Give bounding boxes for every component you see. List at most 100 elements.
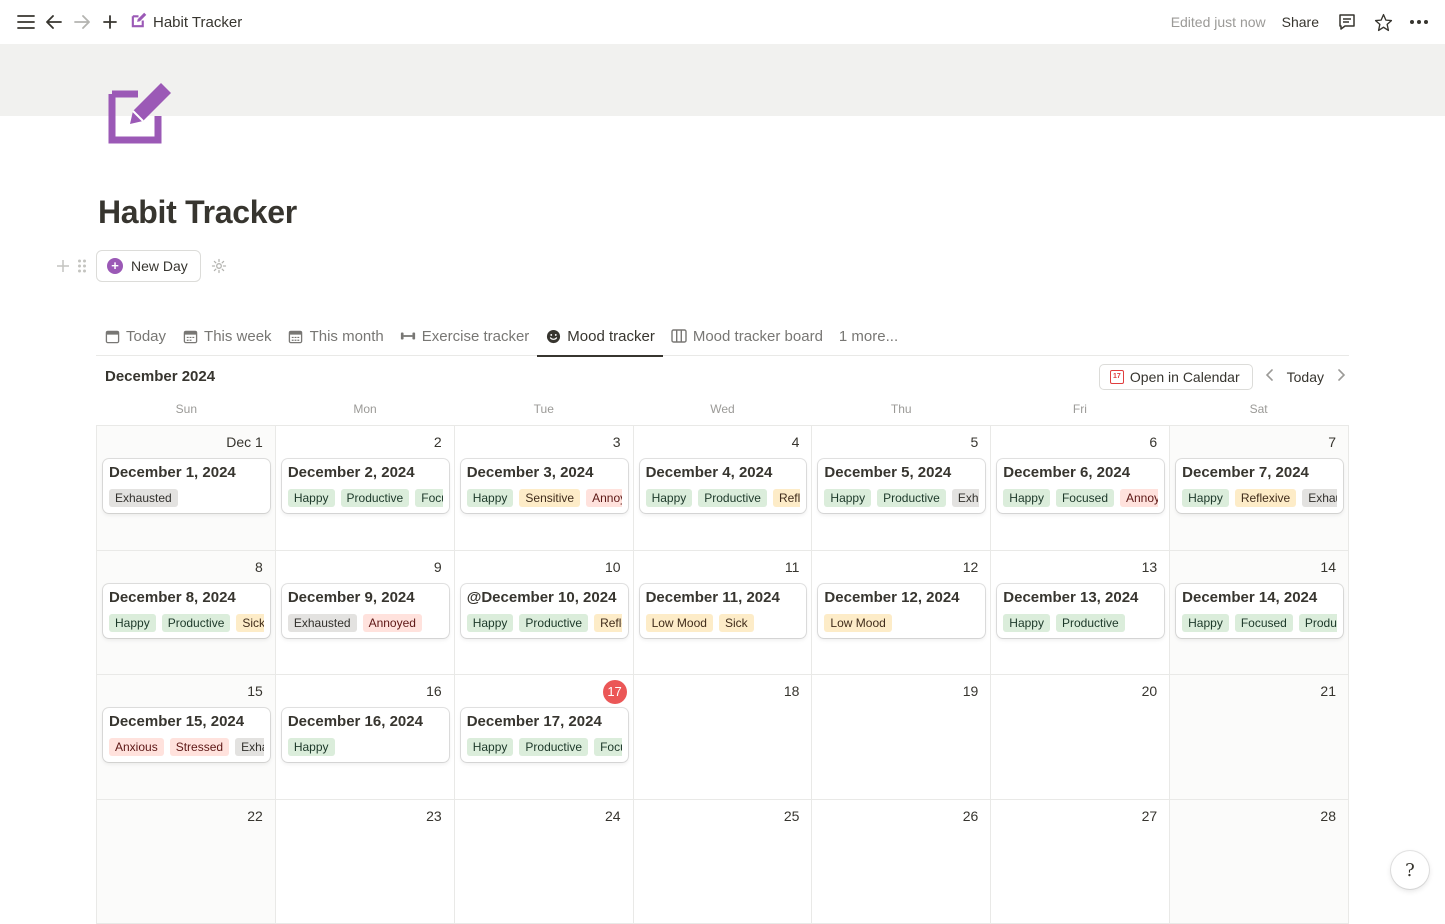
calendar-day-cell[interactable]: 10@December 10, 2024HappyProductiveRefle… — [455, 551, 634, 676]
mood-tag: Productive — [1299, 614, 1337, 632]
calendar-day-cell[interactable]: 15December 15, 2024AnxiousStressedExhaus… — [97, 675, 276, 800]
page-cover[interactable] — [0, 44, 1445, 116]
mood-tags: HappyProductive — [1003, 614, 1158, 632]
calendar-day-cell[interactable]: 3December 3, 2024HappySensitiveAnnoyed — [455, 426, 634, 551]
day-entry-card[interactable]: December 1, 2024Exhausted — [103, 459, 270, 513]
day-number: 4 — [792, 434, 800, 450]
day-entry-card[interactable]: December 14, 2024HappyFocusedProductive — [1176, 584, 1343, 638]
calendar-day-cell[interactable]: 6December 6, 2024HappyFocusedAnnoyed — [991, 426, 1170, 551]
day-entry-card[interactable]: December 8, 2024HappyProductiveSick — [103, 584, 270, 638]
mood-tag: Happy — [1182, 489, 1229, 507]
calendar-day-cell[interactable]: 26 — [812, 800, 991, 924]
tab-mood-tracker[interactable]: Mood tracker — [537, 318, 663, 356]
view-tabs: Today This week This month Exercise trac… — [96, 318, 1349, 356]
tab-label: 1 more... — [839, 328, 898, 345]
tab-today[interactable]: Today — [96, 318, 174, 356]
calendar-day-cell[interactable]: 25 — [634, 800, 813, 924]
calendar-day-cell[interactable]: 27 — [991, 800, 1170, 924]
page-title[interactable]: Habit Tracker — [98, 194, 297, 231]
entry-title: December 15, 2024 — [109, 713, 264, 730]
day-entry-card[interactable]: December 15, 2024AnxiousStressedExhauste… — [103, 708, 270, 762]
calendar-day-cell[interactable]: 13December 13, 2024HappyProductive — [991, 551, 1170, 676]
calendar-day-cell[interactable]: 23 — [276, 800, 455, 924]
calendar-day-cell[interactable]: 7December 7, 2024HappyReflexiveExhausted — [1170, 426, 1349, 551]
day-number: 28 — [1320, 808, 1336, 824]
calendar-icon — [104, 328, 120, 344]
day-entry-card[interactable]: December 17, 2024HappyProductiveFocused — [461, 708, 628, 762]
star-icon[interactable] — [1369, 8, 1397, 36]
day-entry-card[interactable]: December 3, 2024HappySensitiveAnnoyed — [461, 459, 628, 513]
day-entry-card[interactable]: December 5, 2024HappyProductiveExhausted — [818, 459, 985, 513]
calendar-day-cell[interactable]: 16December 16, 2024Happy — [276, 675, 455, 800]
calendar-day-cell[interactable]: 14December 14, 2024HappyFocusedProductiv… — [1170, 551, 1349, 676]
calendar-day-cell[interactable]: 5December 5, 2024HappyProductiveExhauste… — [812, 426, 991, 551]
more-icon[interactable] — [1405, 8, 1433, 36]
calendar-day-cell[interactable]: 17December 17, 2024HappyProductiveFocuse… — [455, 675, 634, 800]
comment-icon[interactable] — [1333, 8, 1361, 36]
menu-icon[interactable] — [12, 8, 40, 36]
calendar-day-cell[interactable]: 19 — [812, 675, 991, 800]
day-number: 22 — [247, 808, 263, 824]
day-entry-card[interactable]: December 9, 2024ExhaustedAnnoyed — [282, 584, 449, 638]
day-number: 6 — [1149, 434, 1157, 450]
day-entry-card[interactable]: December 12, 2024Low Mood — [818, 584, 985, 638]
top-bar: Habit Tracker Edited just now Share — [0, 0, 1445, 44]
mood-tag: Low Mood — [646, 614, 713, 632]
day-entry-card[interactable]: December 13, 2024HappyProductive — [997, 584, 1164, 638]
calendar-day-cell[interactable]: 2December 2, 2024HappyProductiveFocused — [276, 426, 455, 551]
tab-label: This week — [204, 328, 272, 345]
open-in-calendar-button[interactable]: 17 Open in Calendar — [1099, 364, 1253, 390]
mood-tag: Productive — [519, 738, 588, 756]
tab-mood-tracker-board[interactable]: Mood tracker board — [663, 318, 831, 356]
gear-icon[interactable] — [211, 258, 227, 279]
calendar-day-cell[interactable]: 11December 11, 2024Low MoodSick — [634, 551, 813, 676]
new-day-button[interactable]: + New Day — [96, 250, 201, 282]
block-handle[interactable] — [55, 258, 87, 274]
page-edit-icon[interactable] — [104, 78, 176, 150]
mood-tag: Productive — [341, 489, 410, 507]
day-entry-card[interactable]: December 4, 2024HappyProductiveReflexive — [640, 459, 807, 513]
tab-this-month[interactable]: This month — [280, 318, 392, 356]
breadcrumb[interactable]: Habit Tracker — [130, 12, 242, 33]
mood-tag: Annoyed — [363, 614, 422, 632]
tab-exercise-tracker[interactable]: Exercise tracker — [392, 318, 538, 356]
mood-tags: HappyProductiveReflexive — [646, 489, 801, 507]
forward-arrow-icon[interactable] — [68, 8, 96, 36]
calendar-day-cell[interactable]: 21 — [1170, 675, 1349, 800]
mood-tag: Happy — [288, 489, 335, 507]
share-button[interactable]: Share — [1276, 10, 1325, 34]
day-entry-card[interactable]: December 16, 2024Happy — [282, 708, 449, 762]
today-button[interactable]: Today — [1287, 369, 1324, 385]
calendar-day-cell[interactable]: Dec 1December 1, 2024Exhausted — [97, 426, 276, 551]
mood-tag: Happy — [467, 738, 514, 756]
chevron-left-icon[interactable] — [1263, 368, 1277, 386]
back-arrow-icon[interactable] — [40, 8, 68, 36]
calendar-day-cell[interactable]: 8December 8, 2024HappyProductiveSick — [97, 551, 276, 676]
calendar-day-cell[interactable]: 9December 9, 2024ExhaustedAnnoyed — [276, 551, 455, 676]
tab-this-week[interactable]: This week — [174, 318, 280, 356]
mood-tag: Exhausted — [235, 738, 264, 756]
calendar-day-cell[interactable]: 12December 12, 2024Low Mood — [812, 551, 991, 676]
plus-icon[interactable] — [96, 8, 124, 36]
day-entry-card[interactable]: @December 10, 2024HappyProductiveReflexi… — [461, 584, 628, 638]
mood-tags: HappyProductiveSick — [109, 614, 264, 632]
mood-tag: Productive — [877, 489, 946, 507]
mood-tags: Low MoodSick — [646, 614, 801, 632]
tab-more[interactable]: 1 more... — [831, 318, 906, 356]
day-entry-card[interactable]: December 7, 2024HappyReflexiveExhausted — [1176, 459, 1343, 513]
entry-title: December 6, 2024 — [1003, 464, 1158, 481]
calendar-day-cell[interactable]: 20 — [991, 675, 1170, 800]
day-entry-card[interactable]: December 6, 2024HappyFocusedAnnoyed — [997, 459, 1164, 513]
chevron-right-icon[interactable] — [1334, 368, 1348, 386]
calendar-day-cell[interactable]: 28 — [1170, 800, 1349, 924]
help-button[interactable]: ? — [1391, 851, 1429, 889]
calendar-day-cell[interactable]: 24 — [455, 800, 634, 924]
mood-tag: Exhausted — [1302, 489, 1337, 507]
smiley-icon — [545, 328, 561, 344]
calendar-day-cell[interactable]: 22 — [97, 800, 276, 924]
calendar-day-cell[interactable]: 18 — [634, 675, 813, 800]
calendar-day-cell[interactable]: 4 December 4, 2024HappyProductiveReflexiv… — [634, 426, 813, 551]
day-entry-card[interactable]: December 11, 2024Low MoodSick — [640, 584, 807, 638]
day-entry-card[interactable]: December 2, 2024HappyProductiveFocused — [282, 459, 449, 513]
mood-tag: Happy — [1003, 489, 1050, 507]
